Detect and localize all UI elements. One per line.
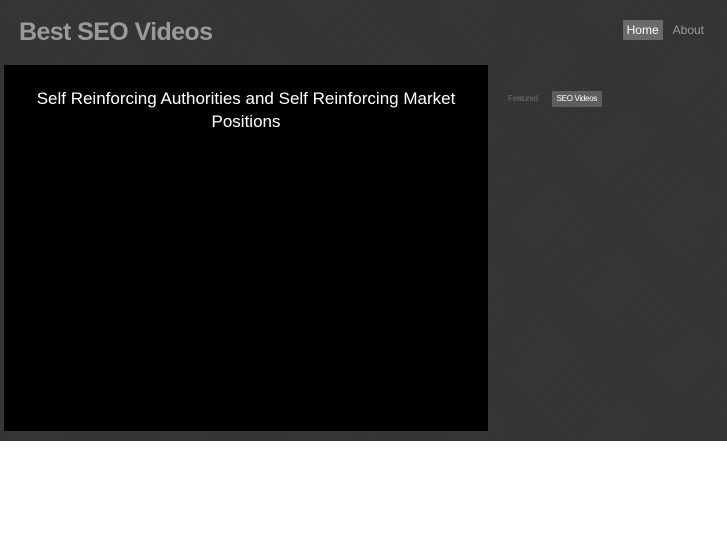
tag-seo-videos[interactable]: SEO Videos [551, 91, 603, 107]
tag-featured[interactable]: Featured [508, 91, 543, 107]
main-nav: Home About [622, 20, 708, 40]
site-title-link[interactable]: Best SEO Videos [19, 16, 213, 48]
category-tags: Featured SEO Videos [508, 91, 603, 107]
nav-item-about[interactable]: About [669, 20, 708, 40]
video-player[interactable]: Self Reinforcing Authorities and Self Re… [4, 65, 488, 431]
nav-item-home[interactable]: Home [622, 20, 663, 40]
site-container: Best SEO Videos Home About Self Reinforc… [0, 0, 727, 441]
video-title: Self Reinforcing Authorities and Self Re… [36, 89, 456, 131]
